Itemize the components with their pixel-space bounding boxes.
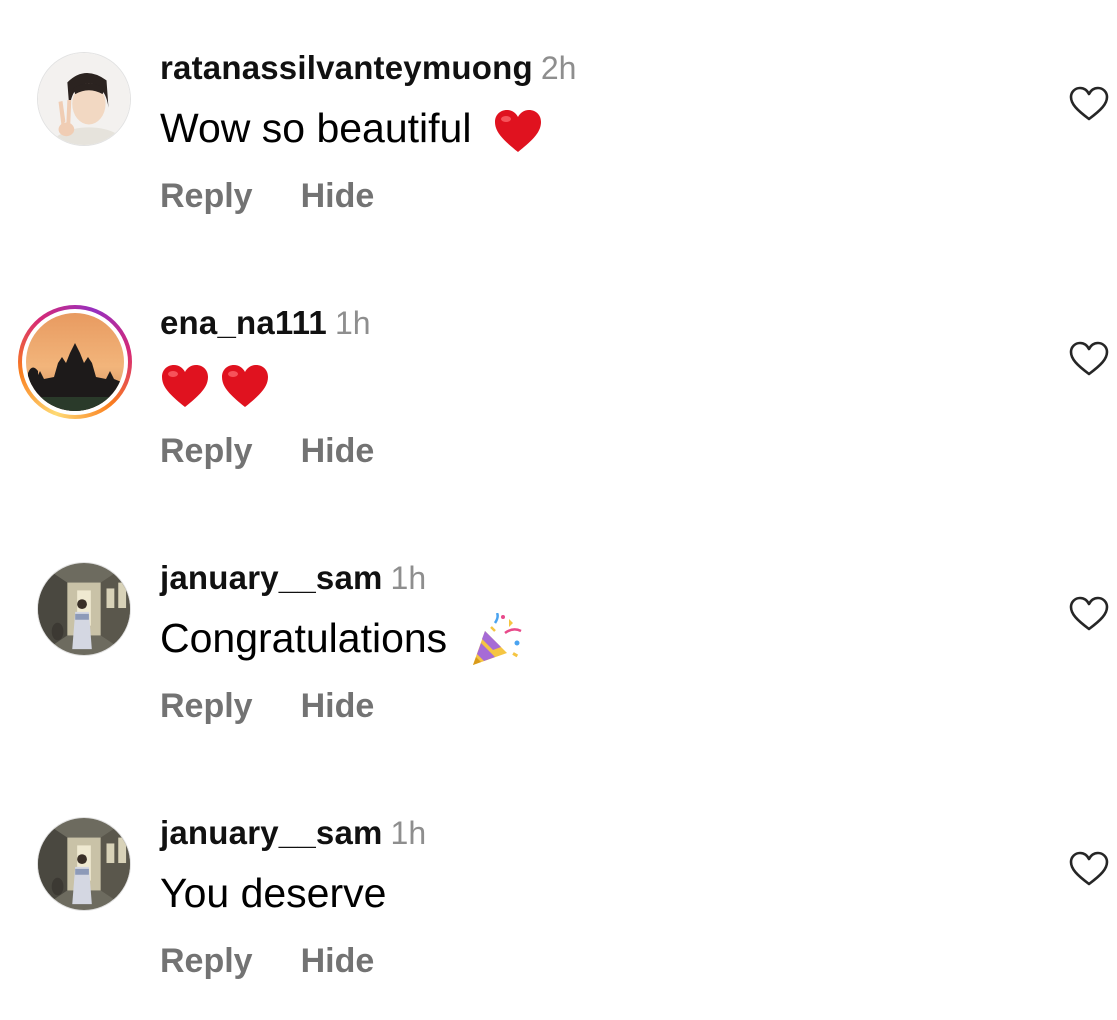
avatar[interactable] bbox=[37, 562, 131, 656]
red-heart-emoji bbox=[160, 363, 210, 409]
comment-actions: Reply Hide bbox=[160, 429, 374, 473]
heart-outline-icon[interactable] bbox=[1069, 86, 1109, 122]
comment-meta: ena_na111 1h bbox=[160, 303, 371, 350]
comment-actions: Reply Hide bbox=[160, 174, 374, 218]
comment-item: ena_na111 1h Reply Hide bbox=[0, 255, 1117, 510]
comment-text: Wow so beautiful bbox=[160, 100, 543, 156]
comment-text: You deserve bbox=[160, 865, 386, 921]
avatar-story-ring[interactable] bbox=[18, 305, 132, 419]
heart-outline-icon[interactable] bbox=[1069, 851, 1109, 887]
avatar[interactable] bbox=[37, 817, 131, 911]
reply-button[interactable]: Reply bbox=[160, 942, 253, 980]
comment-username[interactable]: january__sam bbox=[160, 559, 383, 596]
comment-actions: Reply Hide bbox=[160, 684, 374, 728]
comment-timestamp: 2h bbox=[540, 50, 577, 86]
comment-username[interactable]: ratanassilvanteymuong bbox=[160, 49, 533, 86]
comment-text-content: You deserve bbox=[160, 870, 387, 916]
heart-outline-icon[interactable] bbox=[1069, 341, 1109, 377]
avatar bbox=[26, 313, 124, 411]
hide-button[interactable]: Hide bbox=[301, 942, 375, 980]
hide-button[interactable]: Hide bbox=[301, 432, 375, 470]
avatar[interactable] bbox=[37, 52, 131, 146]
comment-text bbox=[160, 355, 270, 411]
comment-item: january__sam 1h Congratulations Reply Hide bbox=[0, 510, 1117, 765]
comment-meta: january__sam 1h bbox=[160, 558, 426, 605]
comment-username[interactable]: ena_na111 bbox=[160, 304, 327, 341]
comment-timestamp: 1h bbox=[390, 560, 427, 596]
red-heart-emoji bbox=[493, 108, 543, 154]
comment-text-content: Wow so beautiful bbox=[160, 105, 472, 151]
comment-item: january__sam 1h You deserve Reply Hide bbox=[0, 765, 1117, 1020]
party-popper-emoji bbox=[469, 613, 525, 669]
hide-button[interactable]: Hide bbox=[301, 687, 375, 725]
comment-timestamp: 1h bbox=[390, 815, 427, 851]
comment-item: ratanassilvanteymuong 2h Wow so beautiful… bbox=[0, 0, 1117, 255]
reply-button[interactable]: Reply bbox=[160, 432, 253, 470]
red-heart-emoji bbox=[220, 363, 270, 409]
heart-outline-icon[interactable] bbox=[1069, 596, 1109, 632]
comment-text: Congratulations bbox=[160, 610, 525, 669]
comment-text-content: Congratulations bbox=[160, 615, 448, 661]
comment-meta: january__sam 1h bbox=[160, 813, 426, 860]
hide-button[interactable]: Hide bbox=[301, 177, 375, 215]
comment-username[interactable]: january__sam bbox=[160, 814, 383, 851]
comment-actions: Reply Hide bbox=[160, 939, 374, 983]
comment-timestamp: 1h bbox=[334, 305, 371, 341]
comment-meta: ratanassilvanteymuong 2h bbox=[160, 48, 576, 95]
reply-button[interactable]: Reply bbox=[160, 687, 253, 725]
reply-button[interactable]: Reply bbox=[160, 177, 253, 215]
